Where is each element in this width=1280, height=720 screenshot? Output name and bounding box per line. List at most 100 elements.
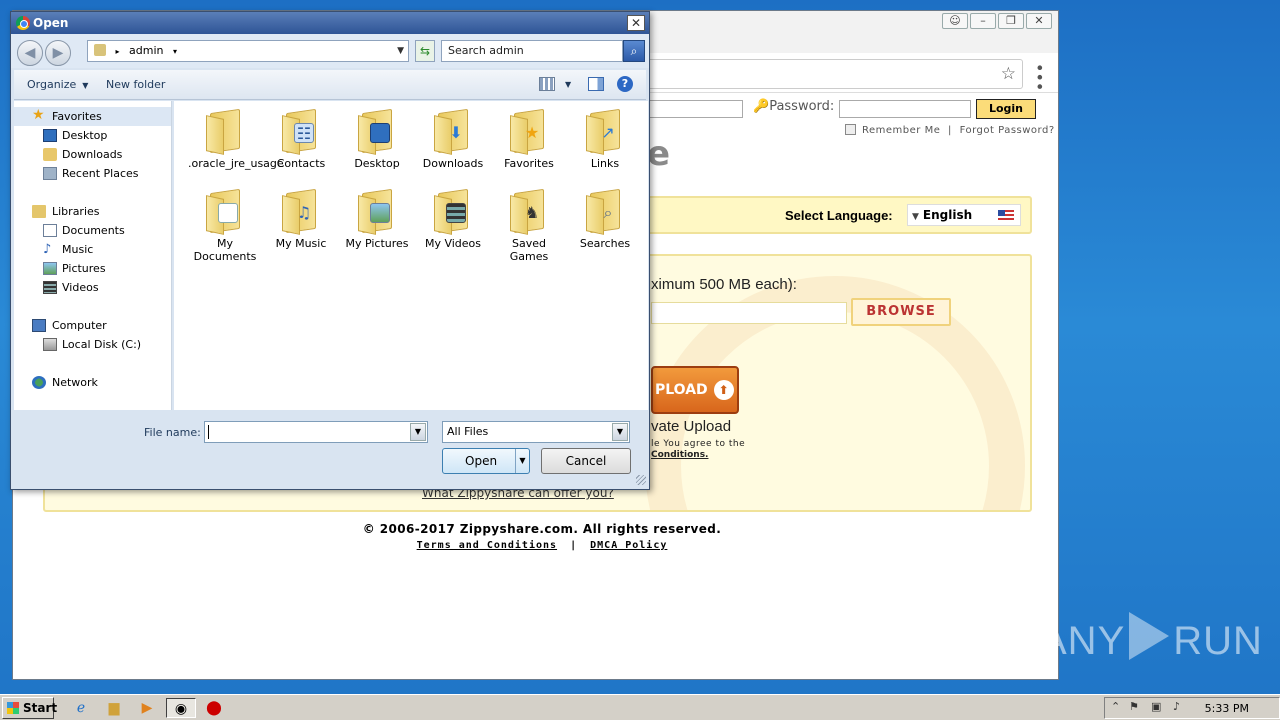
language-select[interactable]: ▼ English <box>907 204 1021 226</box>
copyright-text: © 2006-2017 Zippyshare.com. All rights r… <box>362 522 722 536</box>
remember-label: Remember Me <box>862 125 941 136</box>
file-item[interactable]: .oracle_jre_usage <box>188 108 284 170</box>
file-item[interactable]: ↗ Links <box>568 108 642 170</box>
address-breadcrumb[interactable]: ▸ admin ▾ ▼ <box>87 40 409 62</box>
nav-downloads[interactable]: Downloads <box>14 145 171 164</box>
login-button[interactable]: Login <box>976 99 1036 119</box>
conditions-link[interactable]: Conditions. <box>651 450 708 460</box>
file-item[interactable]: My Pictures <box>340 188 414 250</box>
password-label: 🔑Password: <box>753 99 835 114</box>
forward-button[interactable]: ▶ <box>45 40 71 66</box>
new-folder-button[interactable]: New folder <box>106 78 165 91</box>
cancel-button[interactable]: Cancel <box>541 448 631 474</box>
clock[interactable]: 5:33 PM <box>1205 702 1249 715</box>
documents-icon <box>43 224 57 237</box>
file-type-select[interactable]: All Files ▼ <box>442 421 630 443</box>
minimize-button[interactable]: – <box>970 13 996 29</box>
text-cursor <box>208 425 209 439</box>
back-button[interactable]: ◀ <box>17 40 43 66</box>
browser-menu-icon[interactable]: ••• <box>1030 63 1049 91</box>
nav-favorites[interactable]: ★ Favorites <box>14 107 171 126</box>
close-button[interactable]: ✕ <box>1026 13 1052 29</box>
recent-places-icon <box>43 167 57 180</box>
chrome-taskbar-icon[interactable]: ◉ <box>166 698 196 718</box>
bookmark-star-icon[interactable]: ☆ <box>1001 64 1016 84</box>
file-name-input[interactable]: ▼ <box>204 421 428 443</box>
upload-arrow-icon: ⬆ <box>713 380 734 400</box>
nav-music[interactable]: ♪ Music <box>14 240 171 259</box>
links-folder-icon: ↗ <box>584 108 626 155</box>
upload-label: PLOAD <box>655 382 708 398</box>
open-split-arrow-icon[interactable]: ▼ <box>515 449 529 473</box>
browse-button[interactable]: BROWSE <box>851 298 951 326</box>
file-path-field[interactable] <box>651 302 847 324</box>
upload-button[interactable]: PLOAD ⬆ <box>651 366 739 414</box>
key-icon: 🔑 <box>753 99 770 114</box>
file-item[interactable]: ♞ Saved Games <box>492 188 566 263</box>
file-item[interactable]: ☷ Contacts <box>264 108 338 170</box>
nav-network[interactable]: Network <box>14 373 171 392</box>
breadcrumb-arrow-icon: ▸ <box>115 47 120 56</box>
dialog-close-button[interactable]: ✕ <box>627 15 645 31</box>
downloads-icon <box>43 148 57 161</box>
footer-links: Terms and Conditions | DMCA Policy <box>13 540 1071 551</box>
remember-checkbox[interactable] <box>845 124 856 135</box>
address-bar[interactable]: ☆ <box>643 59 1023 89</box>
file-item[interactable]: ⌕ Searches <box>568 188 642 250</box>
terms-link[interactable]: Terms and Conditions <box>417 540 557 551</box>
view-mode-icon[interactable] <box>539 77 555 91</box>
restore-button[interactable]: ❐ <box>998 13 1024 29</box>
favorites-folder-icon: ★ <box>508 108 550 155</box>
remember-row: Remember Me | Forgot Password? <box>845 124 1055 136</box>
explorer-folder-icon[interactable]: ▆ <box>103 698 125 718</box>
volume-icon[interactable]: ♪ <box>1173 700 1180 713</box>
preview-pane-icon[interactable] <box>588 77 604 91</box>
disk-icon <box>43 338 57 351</box>
organize-button[interactable]: Organize ▼ <box>27 78 88 91</box>
nav-pictures[interactable]: Pictures <box>14 259 171 278</box>
desktop-icon <box>43 129 57 142</box>
navigation-pane: ★ Favorites Desktop Downloads Recent Plac… <box>14 101 172 410</box>
password-input[interactable] <box>839 100 971 118</box>
computer-icon <box>32 319 46 332</box>
nav-libraries[interactable]: Libraries <box>14 202 171 221</box>
nav-videos[interactable]: Videos <box>14 278 171 297</box>
search-input[interactable]: Search admin <box>441 40 623 62</box>
action-center-flag-icon[interactable]: ⚑ <box>1129 700 1139 713</box>
tray-expand-icon[interactable]: ⌃ <box>1111 700 1120 713</box>
start-button[interactable]: Start <box>2 697 57 719</box>
magnifier-icon[interactable]: ⌕ <box>623 40 645 62</box>
media-player-icon[interactable]: ▶ <box>136 698 158 718</box>
site-logo-fragment: e <box>647 134 671 174</box>
nav-documents[interactable]: Documents <box>14 221 171 240</box>
music-folder-icon: ♫ <box>280 188 322 235</box>
nav-desktop[interactable]: Desktop <box>14 126 171 145</box>
address-dropdown-icon[interactable]: ▼ <box>397 41 404 61</box>
user-profile-icon[interactable]: ☺ <box>942 13 968 29</box>
view-dropdown-icon[interactable]: ▼ <box>565 80 571 89</box>
help-icon[interactable]: ? <box>617 76 633 92</box>
file-type-dropdown-icon[interactable]: ▼ <box>612 423 628 441</box>
videos-icon <box>43 281 57 294</box>
file-item[interactable]: My Videos <box>416 188 490 250</box>
open-button[interactable]: Open ▼ <box>442 448 530 474</box>
file-item[interactable]: ★ Favorites <box>492 108 566 170</box>
opera-icon[interactable]: ⬤ <box>203 698 225 718</box>
dmca-link[interactable]: DMCA Policy <box>590 540 667 551</box>
refresh-button[interactable]: ⇆ <box>415 40 435 62</box>
file-item[interactable]: ♫ My Music <box>264 188 338 250</box>
nav-local-disk[interactable]: Local Disk (C:) <box>14 335 171 354</box>
internet-explorer-icon[interactable]: ℯ <box>70 698 92 718</box>
network-tray-icon[interactable]: ▣ <box>1151 700 1161 713</box>
system-tray: ⌃ ⚑ ▣ ♪ 5:33 PM <box>1104 697 1280 719</box>
file-item[interactable]: My Documents <box>188 188 262 263</box>
nav-recent-places[interactable]: Recent Places <box>14 164 171 183</box>
resize-grip-icon[interactable] <box>636 475 646 485</box>
nav-computer[interactable]: Computer <box>14 316 171 335</box>
breadcrumb-admin[interactable]: admin <box>129 44 163 57</box>
file-item[interactable]: Desktop <box>340 108 414 170</box>
chrome-icon <box>16 16 30 30</box>
file-item[interactable]: ⬇ Downloads <box>416 108 490 170</box>
forgot-password-link[interactable]: Forgot Password? <box>960 125 1055 136</box>
file-name-dropdown-icon[interactable]: ▼ <box>410 423 426 441</box>
